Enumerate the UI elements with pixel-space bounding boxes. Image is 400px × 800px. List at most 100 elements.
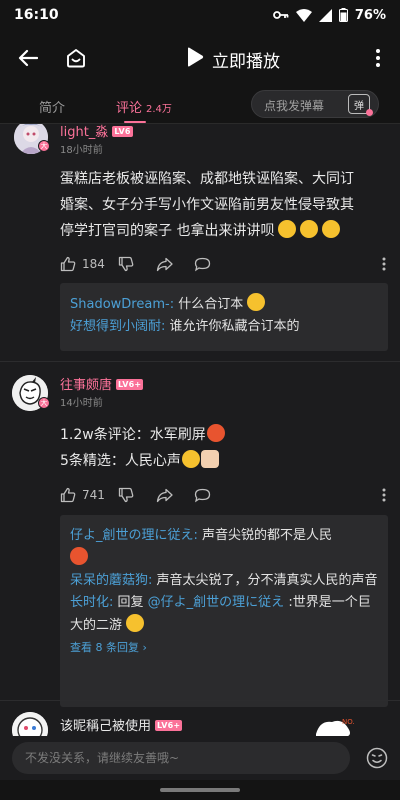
comment-actions: 741 bbox=[60, 485, 386, 505]
comment-time: 14小时前 bbox=[60, 398, 103, 409]
tab-bar: 简介 评论 2.4万 点我发弹幕 弹 bbox=[0, 86, 400, 124]
gesture-bar bbox=[0, 780, 400, 800]
tab-underline bbox=[124, 121, 146, 123]
level-badge: LV6 bbox=[112, 126, 133, 137]
reply-item: 长时化: 回复 @仔よ_創世の理に従え :世界是一个巨大的二游 bbox=[70, 592, 378, 637]
play-icon bbox=[186, 46, 204, 72]
reply-preview[interactable]: 仔よ_創世の理に従え: 声音尖锐的都不是人民 呆呆的蘑菇狗: 声音太尖锐了，分不… bbox=[60, 515, 388, 707]
play-now-label: 立即播放 bbox=[212, 51, 280, 72]
comment-username[interactable]: light_淼 LV6 bbox=[60, 124, 133, 140]
crying-emoji-icon bbox=[300, 220, 319, 238]
comment-list[interactable]: 大 light_淼 LV6 18小时前 蛋糕店老板被诬陷案、成都地铁诬陷案、大同订… bbox=[0, 124, 400, 736]
crying-emoji-icon bbox=[322, 220, 341, 238]
reply-text: 声音尖锐的都不是人民 bbox=[197, 528, 333, 543]
comment-line: 婚案、女子分手写小作文诬陷前男友性侵导致其 bbox=[60, 197, 354, 213]
back-arrow-icon[interactable] bbox=[14, 44, 42, 72]
like-count: 184 bbox=[82, 257, 105, 271]
reply-username[interactable]: ShadowDream- bbox=[70, 297, 170, 312]
avatar[interactable] bbox=[12, 712, 48, 736]
tongue-emoji-icon bbox=[181, 450, 200, 468]
like-count: 741 bbox=[82, 488, 105, 502]
danmaku-placeholder: 点我发弹幕 bbox=[264, 99, 325, 113]
comment-line-text: 5条精选：人民心声 bbox=[60, 453, 181, 469]
username-text: light_淼 bbox=[60, 125, 109, 140]
comment-username[interactable]: 该昵稱己被使用 LV6+ bbox=[60, 715, 183, 734]
share-button[interactable] bbox=[156, 488, 194, 503]
comment-input[interactable] bbox=[12, 742, 350, 774]
reply-bubble-icon bbox=[194, 257, 211, 271]
vip-badge-icon: 大 bbox=[38, 140, 50, 152]
level-badge: LV6+ bbox=[116, 379, 144, 390]
top-nav: 立即播放 bbox=[0, 30, 400, 86]
crying-emoji-icon bbox=[278, 220, 297, 238]
comment-body: 1.2w条评论：水军刷屏 5条精选：人民心声 bbox=[60, 422, 384, 474]
thumbs-up-emoji-icon bbox=[200, 450, 219, 468]
reply-mention[interactable]: @仔よ_創世の理に従え bbox=[148, 595, 285, 610]
view-more-replies-link[interactable]: 查看 8 条回复 › bbox=[70, 639, 378, 655]
key-icon bbox=[272, 9, 289, 21]
wifi-icon bbox=[295, 8, 312, 22]
username-text: 该昵稱己被使用 bbox=[60, 719, 152, 734]
comment-body: 蛋糕店老板被诬陷案、成都地铁诬陷案、大同订 婚案、女子分手写小作文诬陷前男友性侵… bbox=[60, 166, 384, 244]
danmaku-input[interactable]: 点我发弹幕 弹 bbox=[251, 90, 379, 118]
comment-more-icon[interactable] bbox=[382, 488, 386, 502]
comment-time: 18小时前 bbox=[60, 145, 103, 156]
danmaku-toggle-icon[interactable]: 弹 bbox=[348, 94, 373, 116]
reply-item: 好想得到小阔耐: 谁允许你私藏合订本的 bbox=[70, 316, 378, 338]
comment-line: 5条精选：人民心声 bbox=[60, 448, 384, 474]
comment-input-bar bbox=[0, 736, 400, 780]
status-icons: 76% bbox=[272, 8, 386, 23]
comment-line: 1.2w条评论：水军刷屏 bbox=[60, 422, 384, 448]
reply-text: 声音太尖锐了，分不清真实人民的声音 bbox=[152, 573, 378, 588]
comment-username[interactable]: 往事颇唐 LV6+ bbox=[60, 374, 144, 393]
signal-icon bbox=[318, 8, 332, 22]
vip-badge-icon: 大 bbox=[38, 397, 50, 409]
dislike-button[interactable] bbox=[118, 487, 156, 503]
share-icon bbox=[156, 488, 173, 502]
emoji-icon[interactable] bbox=[366, 747, 388, 769]
reply-button[interactable] bbox=[194, 488, 211, 503]
comment-line-text: 停学打官司的案子 也拿出来讲讲呗 bbox=[60, 223, 275, 239]
thumb-up-icon bbox=[60, 256, 76, 272]
comment-divider bbox=[0, 700, 400, 701]
thumb-down-icon bbox=[118, 256, 134, 272]
comment-line-last: 停学打官司的案子 也拿出来讲讲呗 bbox=[60, 218, 384, 244]
laughing-emoji-icon bbox=[247, 293, 266, 311]
comment-more-icon[interactable] bbox=[382, 257, 386, 271]
thumb-up-icon bbox=[60, 487, 76, 503]
reply-username[interactable]: 好想得到小阔耐 bbox=[70, 319, 161, 334]
tab-intro[interactable]: 简介 bbox=[39, 97, 65, 116]
comment-actions: 184 bbox=[60, 254, 386, 274]
svg-text:NO.: NO. bbox=[342, 718, 355, 726]
level-badge: LV6+ bbox=[155, 720, 183, 731]
username-text: 往事颇唐 bbox=[60, 378, 113, 393]
more-vertical-icon[interactable] bbox=[368, 44, 388, 72]
play-now-button[interactable]: 立即播放 bbox=[186, 46, 280, 72]
comment-line: 蛋糕店老板被诬陷案、成都地铁诬陷案、大同订 bbox=[60, 171, 354, 187]
tab-comments-label: 评论 bbox=[116, 101, 143, 116]
decoration-sticker: NO. bbox=[312, 714, 360, 736]
dislike-button[interactable] bbox=[118, 256, 156, 272]
angry-emoji-icon bbox=[70, 547, 88, 565]
reply-username[interactable]: 呆呆的蘑菇狗 bbox=[70, 573, 148, 588]
tab-comments[interactable]: 评论 2.4万 bbox=[116, 97, 172, 116]
share-button[interactable] bbox=[156, 257, 194, 272]
reply-username[interactable]: 仔よ_創世の理に従え bbox=[70, 528, 194, 543]
reply-item: ShadowDream-: 什么合订本 bbox=[70, 293, 378, 316]
reply-item: 呆呆的蘑菇狗: 声音太尖锐了，分不清真实人民的声音 bbox=[70, 570, 378, 592]
status-bar: 16:10 76% bbox=[0, 0, 400, 30]
like-button[interactable]: 741 bbox=[60, 487, 118, 503]
reply-text: 谁允许你私藏合订本的 bbox=[165, 319, 300, 334]
angry-emoji-icon bbox=[206, 424, 225, 442]
home-gesture-pill[interactable] bbox=[160, 788, 240, 792]
home-icon[interactable] bbox=[62, 44, 90, 72]
comment-line-text: 1.2w条评论：水军刷屏 bbox=[60, 427, 206, 443]
reply-button[interactable] bbox=[194, 257, 211, 272]
reply-item: 仔よ_創世の理に従え: 声音尖锐的都不是人民 bbox=[70, 525, 378, 570]
battery-icon bbox=[338, 8, 348, 22]
share-icon bbox=[156, 257, 173, 271]
thumb-down-icon bbox=[118, 487, 134, 503]
reply-username[interactable]: 长时化 bbox=[70, 595, 109, 610]
like-button[interactable]: 184 bbox=[60, 256, 118, 272]
reply-preview[interactable]: ShadowDream-: 什么合订本 好想得到小阔耐: 谁允许你私藏合订本的 bbox=[60, 283, 388, 351]
